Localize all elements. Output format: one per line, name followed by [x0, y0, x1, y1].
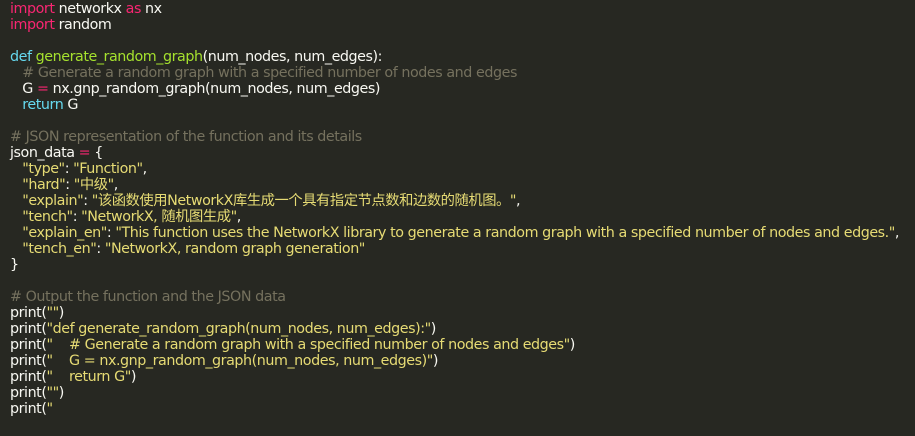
- code-token: # Generate a random graph with a specifi…: [10, 65, 517, 81]
- code-line[interactable]: "tench_en": "NetworkX, random graph gene…: [10, 241, 915, 257]
- code-line[interactable]: "tench": "NetworkX, 随机图生成",: [10, 209, 915, 225]
- code-token: "": [46, 305, 59, 321]
- code-line[interactable]: print(": [10, 401, 915, 417]
- code-line[interactable]: "explain": "该函数使用NetworkX库生成一个具有指定节点数和边数…: [10, 193, 915, 209]
- code-token: "该函数使用NetworkX库生成一个具有指定节点数和边数的随机图。": [91, 193, 517, 209]
- code-token: "This function uses the NetworkX library…: [115, 225, 895, 241]
- code-token: "中级": [73, 177, 114, 193]
- code-token: # JSON representation of the function an…: [10, 129, 362, 145]
- code-token: " G = nx.gnp_random_graph(num_nodes, num…: [46, 353, 433, 369]
- code-token: "def generate_random_graph(num_nodes, nu…: [46, 321, 431, 337]
- code-editor[interactable]: import networkx as nximport random​def g…: [0, 0, 915, 436]
- code-token: import: [10, 17, 55, 33]
- code-line[interactable]: import random: [10, 17, 915, 33]
- code-token: print(: [10, 305, 47, 321]
- code-line[interactable]: # Generate a random graph with a specifi…: [10, 65, 915, 81]
- code-token: "Function": [73, 161, 143, 177]
- code-token: ,: [142, 161, 148, 177]
- code-line[interactable]: "hard": "中级",: [10, 177, 915, 193]
- code-token: nx: [140, 1, 162, 17]
- code-line[interactable]: G = nx.gnp_random_graph(num_nodes, num_e…: [10, 81, 915, 97]
- code-line[interactable]: print("def generate_random_graph(num_nod…: [10, 321, 915, 337]
- code-line[interactable]: # Output the function and the JSON data: [10, 289, 915, 305]
- code-token: print(: [10, 353, 47, 369]
- code-line[interactable]: import networkx as nx: [10, 1, 915, 17]
- code-token: (num_nodes, num_edges):: [202, 49, 383, 65]
- code-token: "": [46, 385, 59, 401]
- code-token: ": [46, 401, 53, 417]
- code-line[interactable]: json_data = {: [10, 145, 915, 161]
- code-line[interactable]: def generate_random_graph(num_nodes, num…: [10, 49, 915, 65]
- code-line[interactable]: print(" # Generate a random graph with a…: [10, 337, 915, 353]
- code-token: ): [58, 385, 65, 401]
- code-token: :: [72, 209, 82, 225]
- code-token: ): [432, 353, 439, 369]
- code-line[interactable]: }: [10, 257, 915, 273]
- code-line[interactable]: "explain_en": "This function uses the Ne…: [10, 225, 915, 241]
- code-token: "hard": [22, 177, 66, 193]
- code-line[interactable]: print(" return G"): [10, 369, 915, 385]
- code-token: as: [125, 1, 142, 17]
- code-line[interactable]: ​: [10, 273, 915, 289]
- code-token: "type": [22, 161, 65, 177]
- code-line[interactable]: ​: [10, 33, 915, 49]
- code-token: G: [63, 97, 79, 113]
- code-token: "tench": [22, 209, 73, 225]
- code-line[interactable]: print(""): [10, 385, 915, 401]
- code-line[interactable]: ​: [10, 113, 915, 129]
- code-token: G: [10, 81, 38, 97]
- code-token: :: [65, 177, 74, 193]
- code-token: return: [22, 97, 64, 113]
- code-token: "explain_en": [22, 225, 107, 241]
- code-line[interactable]: # JSON representation of the function an…: [10, 129, 915, 145]
- code-token: def: [10, 49, 32, 65]
- code-token: print(: [10, 369, 47, 385]
- code-token: networkx: [54, 1, 126, 17]
- code-token: print(: [10, 321, 47, 337]
- code-token: ): [130, 369, 137, 385]
- code-token: nx.gnp_random_graph(num_nodes, num_edges…: [48, 81, 381, 97]
- code-token: ,: [113, 177, 119, 193]
- code-token: ): [58, 305, 65, 321]
- code-token: :: [64, 161, 74, 177]
- code-token: ,: [516, 193, 521, 209]
- code-token: "explain": [22, 193, 84, 209]
- code-token: " # Generate a random graph with a speci…: [46, 337, 570, 353]
- code-token: import: [10, 1, 55, 17]
- code-token: "NetworkX, 随机图生成": [81, 209, 237, 225]
- code-token: =: [37, 81, 49, 97]
- code-token: json_data: [10, 145, 79, 161]
- code-token: "NetworkX, random graph generation": [104, 241, 366, 257]
- code-line[interactable]: print(" G = nx.gnp_random_graph(num_node…: [10, 353, 915, 369]
- code-token: print(: [10, 401, 47, 417]
- code-line[interactable]: return G: [10, 97, 915, 113]
- code-token: :: [96, 241, 105, 257]
- code-line[interactable]: print(""): [10, 305, 915, 321]
- code-token: "tench_en": [22, 241, 97, 257]
- code-line[interactable]: "type": "Function",: [10, 161, 915, 177]
- code-token: ): [569, 337, 576, 353]
- code-token: random: [54, 17, 112, 33]
- code-token: ,: [894, 225, 900, 241]
- code-token: =: [78, 145, 91, 161]
- code-token: ): [430, 321, 437, 337]
- code-token: :: [83, 193, 92, 209]
- code-token: ,: [236, 209, 242, 225]
- code-token: print(: [10, 385, 47, 401]
- code-token: generate_random_graph: [35, 49, 203, 65]
- code-token: " return G": [46, 369, 131, 385]
- code-token: }: [10, 257, 19, 273]
- code-token: # Output the function and the JSON data: [10, 289, 286, 305]
- code-token: print(: [10, 337, 47, 353]
- code-token: {: [90, 145, 103, 161]
